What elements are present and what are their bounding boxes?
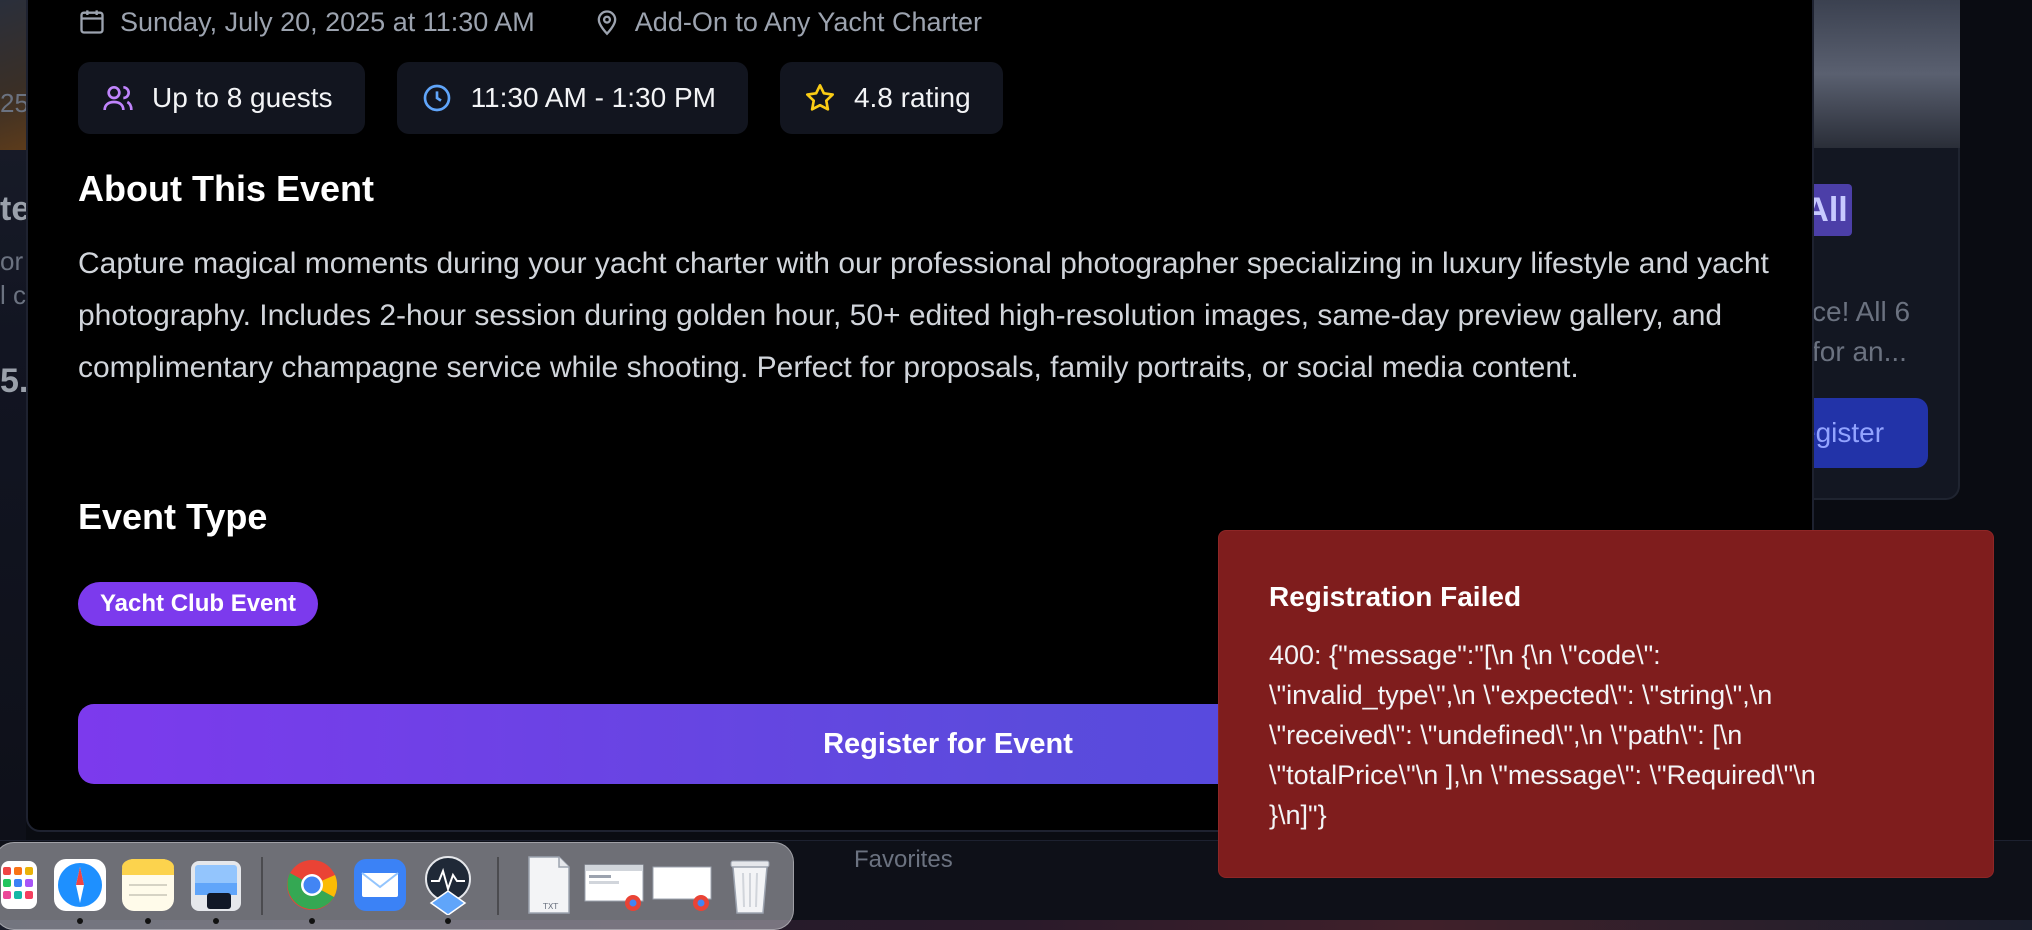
trash-icon[interactable]	[723, 855, 777, 915]
background-left-text: or	[0, 246, 24, 276]
time-chip: 11:30 AM - 1:30 PM	[396, 62, 748, 134]
background-right-text: for an...	[1812, 336, 1907, 367]
guests-chip: Up to 8 guests	[78, 62, 365, 134]
text-file-icon[interactable]: TXT	[521, 855, 575, 915]
error-toast[interactable]: Registration Failed 400: {"message":"[\n…	[1218, 530, 1994, 878]
rating-label: 4.8 rating	[853, 82, 971, 113]
dock-divider	[261, 857, 263, 915]
dock-divider	[497, 857, 499, 915]
event-location: Add-On to Any Yacht Charter	[634, 6, 982, 37]
nav-favorites[interactable]: Favorites	[854, 846, 953, 874]
running-indicator	[77, 918, 83, 924]
calendar-icon	[78, 8, 106, 36]
event-meta-row: Sunday, July 20, 2025 at 11:30 AM Add-On…	[78, 2, 982, 42]
background-left-text: 25	[0, 88, 26, 118]
chrome-window-thumbnail[interactable]	[583, 855, 645, 915]
chrome-icon[interactable]	[285, 855, 339, 915]
chrome-window-thumbnail[interactable]	[651, 855, 713, 915]
star-icon	[804, 82, 836, 114]
background-right-text: ce! All 6	[1812, 296, 1911, 327]
time-label: 11:30 AM - 1:30 PM	[470, 82, 716, 113]
launchpad-icon[interactable]	[1, 855, 37, 915]
about-heading: About This Event	[78, 168, 374, 209]
instruments-icon[interactable]	[421, 855, 475, 916]
event-date: Sunday, July 20, 2025 at 11:30 AM	[120, 6, 535, 37]
map-pin-icon	[593, 8, 621, 36]
running-indicator	[213, 918, 219, 924]
running-indicator	[445, 918, 451, 924]
rating-chip: 4.8 rating	[779, 62, 1003, 134]
background-left-text: l c	[0, 280, 26, 310]
event-type-heading: Event Type	[78, 496, 268, 537]
clock-icon	[421, 82, 453, 114]
safari-icon[interactable]	[53, 855, 107, 915]
background-right-image	[1814, 0, 1960, 148]
toast-title: Registration Failed	[1269, 581, 1522, 612]
running-indicator	[309, 918, 315, 924]
background-left-text: 5.	[0, 362, 26, 400]
mail-icon[interactable]	[353, 855, 407, 915]
background-left-image	[0, 0, 26, 150]
preview-icon[interactable]	[189, 855, 243, 915]
svg-text:TXT: TXT	[542, 902, 558, 911]
event-info-chips: Up to 8 guests 11:30 AM - 1:30 PM 4.8 ra…	[78, 62, 1003, 134]
event-type-badge: Yacht Club Event	[78, 582, 319, 626]
macos-dock: TXT	[0, 842, 794, 930]
running-indicator	[145, 918, 151, 924]
notes-icon[interactable]	[121, 855, 175, 915]
toast-message: 400: {"message":"[\n {\n \"code\": \"inv…	[1269, 640, 1816, 830]
background-left-text: te	[0, 190, 26, 228]
users-icon	[102, 82, 134, 114]
guests-label: Up to 8 guests	[152, 82, 333, 113]
about-description: Capture magical moments during your yach…	[78, 247, 1769, 384]
